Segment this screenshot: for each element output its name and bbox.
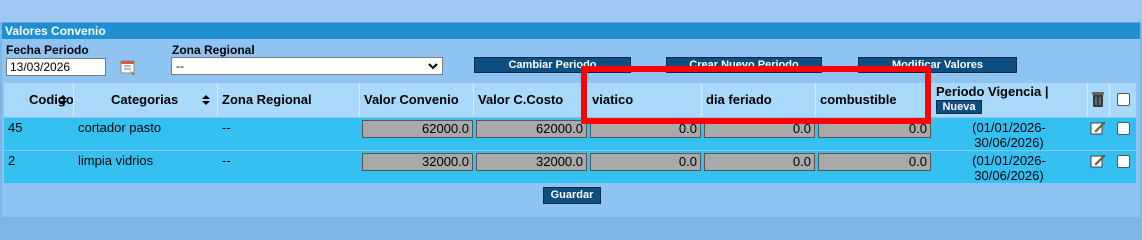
- row-codigo: 45: [8, 120, 23, 135]
- header-valor-costo: Valor C.Costo: [474, 83, 588, 117]
- zona-regional-label: Zona Regional: [172, 43, 255, 57]
- row-checkbox[interactable]: [1117, 155, 1130, 168]
- fecha-periodo-label: Fecha Periodo: [6, 43, 89, 57]
- header-combustible: combustible: [816, 83, 932, 117]
- panel-title: Valores Convenio: [2, 23, 1140, 39]
- row-periodo-vigencia: (01/01/2026- 30/06/2026): [934, 120, 1084, 150]
- guardar-button[interactable]: Guardar: [543, 187, 601, 204]
- header-categorias-label: Categorias: [111, 92, 179, 107]
- trash-icon[interactable]: [1090, 90, 1106, 108]
- nueva-button[interactable]: Nueva: [936, 100, 982, 114]
- select-all-checkbox[interactable]: [1117, 93, 1130, 106]
- vigencia-end: 30/06/2026): [974, 135, 1044, 150]
- row-categoria: cortador pasto: [78, 120, 162, 135]
- dia-feriado-input[interactable]: 0.0: [704, 153, 815, 171]
- header-periodo-vigencia-label: Periodo Vigencia |: [936, 84, 1049, 99]
- calendar-icon[interactable]: [118, 57, 138, 77]
- edit-icon[interactable]: [1090, 120, 1106, 136]
- combustible-input[interactable]: 0.0: [818, 120, 931, 138]
- fecha-periodo-input[interactable]: 13/03/2026: [6, 58, 106, 76]
- header-dia-feriado: dia feriado: [702, 83, 816, 117]
- top-band: [0, 0, 1142, 22]
- zona-regional-value: --: [176, 59, 184, 73]
- edit-icon[interactable]: [1090, 153, 1106, 169]
- vigencia-start: (01/01/2026-: [972, 153, 1046, 168]
- crear-nuevo-periodo-button[interactable]: Crear Nuevo Periodo: [666, 57, 822, 73]
- row-periodo-vigencia: (01/01/2026- 30/06/2026): [934, 153, 1084, 183]
- header-zona-regional: Zona Regional: [218, 83, 360, 117]
- row-categoria: limpia vidrios: [78, 153, 154, 168]
- sort-icon[interactable]: [201, 94, 211, 106]
- row-zona: --: [222, 120, 231, 135]
- dia-feriado-input[interactable]: 0.0: [704, 120, 815, 138]
- chevron-down-icon: [428, 63, 438, 70]
- row-zona: --: [222, 153, 231, 168]
- combustible-input[interactable]: 0.0: [818, 153, 931, 171]
- viatico-input[interactable]: 0.0: [590, 120, 701, 138]
- viatico-input[interactable]: 0.0: [590, 153, 701, 171]
- modificar-valores-button[interactable]: Modificar Valores: [858, 57, 1017, 73]
- sort-icon[interactable]: [58, 94, 68, 106]
- valor-convenio-input[interactable]: 62000.0: [362, 120, 473, 138]
- valor-convenio-input[interactable]: 32000.0: [362, 153, 473, 171]
- vigencia-start: (01/01/2026-: [972, 120, 1046, 135]
- zona-regional-select[interactable]: --: [171, 57, 443, 75]
- header-valor-convenio: Valor Convenio: [360, 83, 474, 117]
- cambiar-periodo-button[interactable]: Cambiar Periodo: [474, 57, 631, 73]
- header-viatico: viatico: [588, 83, 702, 117]
- header-categorias[interactable]: Categorias: [74, 83, 218, 117]
- valor-costo-input[interactable]: 32000.0: [476, 153, 587, 171]
- valor-costo-input[interactable]: 62000.0: [476, 120, 587, 138]
- row-codigo: 2: [8, 153, 16, 168]
- vigencia-end: 30/06/2026): [974, 168, 1044, 183]
- row-checkbox[interactable]: [1117, 122, 1130, 135]
